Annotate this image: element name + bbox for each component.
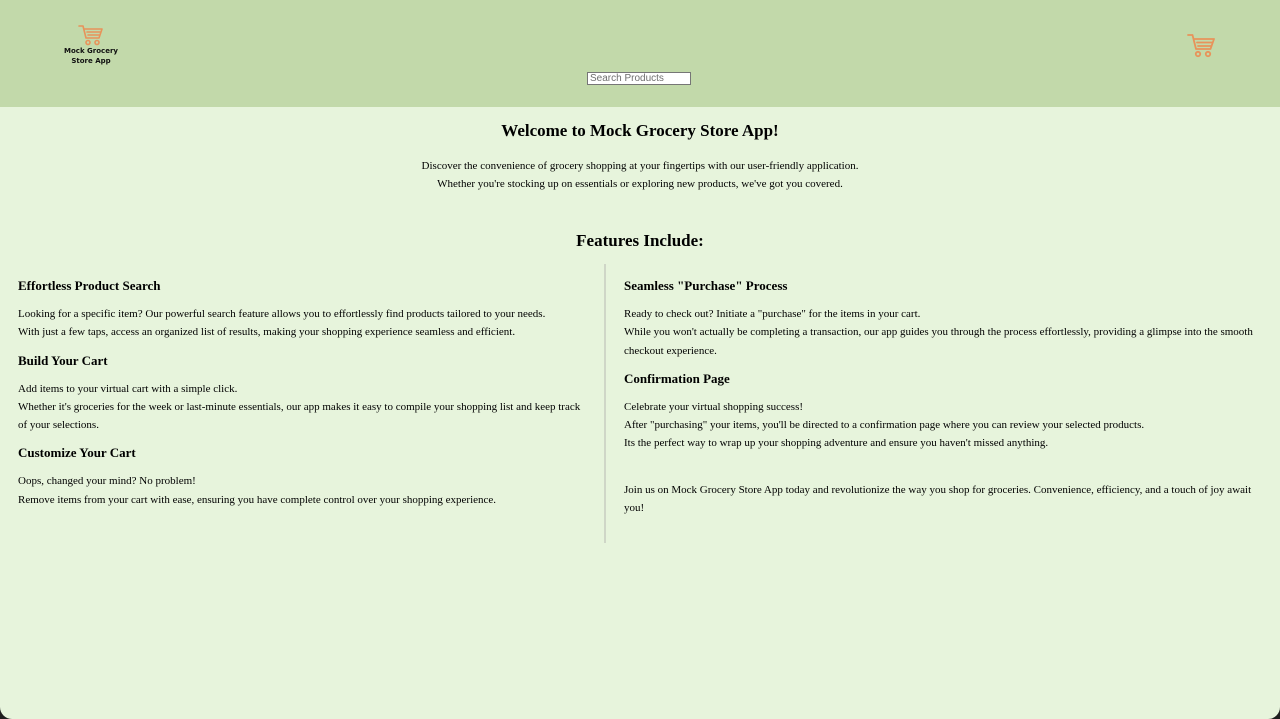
feature-body: Ready to check out? Initiate a "purchase… [624, 305, 1260, 360]
feature-line: After "purchasing" your items, you'll be… [624, 419, 1145, 432]
feature-line: With just a few taps, access an organize… [18, 326, 516, 339]
features-right-column: Seamless "Purchase" Process Ready to che… [624, 276, 1260, 517]
logo-text: Mock Grocery Store App [64, 47, 118, 65]
feature-body: Looking for a specific item? Our powerfu… [18, 305, 588, 342]
feature-product-search: Effortless Product Search Looking for a … [18, 276, 588, 342]
feature-title: Customize Your Cart [18, 445, 136, 461]
features-left-column: Effortless Product Search Looking for a … [18, 276, 588, 518]
feature-title: Seamless "Purchase" Process [624, 278, 788, 293]
welcome-title: Welcome to Mock Grocery Store App! [501, 121, 779, 140]
column-divider [604, 264, 606, 543]
feature-purchase-process: Seamless "Purchase" Process Ready to che… [624, 276, 1260, 360]
feature-title: Build Your Cart [18, 352, 108, 368]
search-input[interactable] [587, 72, 691, 85]
intro-paragraph: Discover the convenience of grocery shop… [0, 157, 1280, 193]
header: Mock Grocery Store App [0, 0, 1280, 107]
shopping-cart-icon [78, 25, 103, 46]
feature-line: Looking for a specific item? Our powerfu… [18, 308, 546, 320]
logo[interactable]: Mock Grocery Store App [58, 24, 124, 66]
closing-paragraph: Join us on Mock Grocery Store App today … [624, 483, 1252, 515]
feature-build-cart: Build Your Cart Add items to your virtua… [18, 351, 588, 435]
intro-line: Discover the convenience of grocery shop… [421, 160, 859, 172]
feature-title: Confirmation Page [624, 370, 730, 386]
features-title: Features Include: [576, 231, 704, 250]
cart-button[interactable] [1187, 33, 1215, 58]
feature-line: Its the perfect way to wrap up your shop… [624, 437, 1049, 450]
feature-confirmation-page: Confirmation Page Celebrate your virtual… [624, 369, 1260, 453]
feature-body: Celebrate your virtual shopping success!… [624, 398, 1260, 453]
feature-line: Remove items from your cart with ease, e… [18, 493, 497, 506]
intro-section: Welcome to Mock Grocery Store App! Disco… [0, 118, 1280, 193]
feature-line: Add items to your virtual cart with a si… [18, 382, 238, 395]
feature-line: Oops, changed your mind? No problem! [18, 475, 196, 488]
feature-body: Add items to your virtual cart with a si… [18, 380, 588, 435]
shopping-cart-icon [1187, 34, 1215, 58]
feature-title: Effortless Product Search [18, 278, 161, 293]
app-window: Mock Grocery Store App Welcome to Mock G… [0, 0, 1280, 719]
feature-line: While you won't actually be completing a… [624, 326, 1253, 357]
feature-line: Celebrate your virtual shopping success! [624, 400, 804, 413]
feature-line: Whether it's groceries for the week or l… [18, 400, 581, 432]
feature-line: Ready to check out? Initiate a "purchase… [624, 308, 921, 320]
intro-line: Whether you're stocking up on essentials… [437, 178, 843, 190]
feature-body: Oops, changed your mind? No problem! Rem… [18, 472, 588, 509]
feature-customize-cart: Customize Your Cart Oops, changed your m… [18, 443, 588, 509]
